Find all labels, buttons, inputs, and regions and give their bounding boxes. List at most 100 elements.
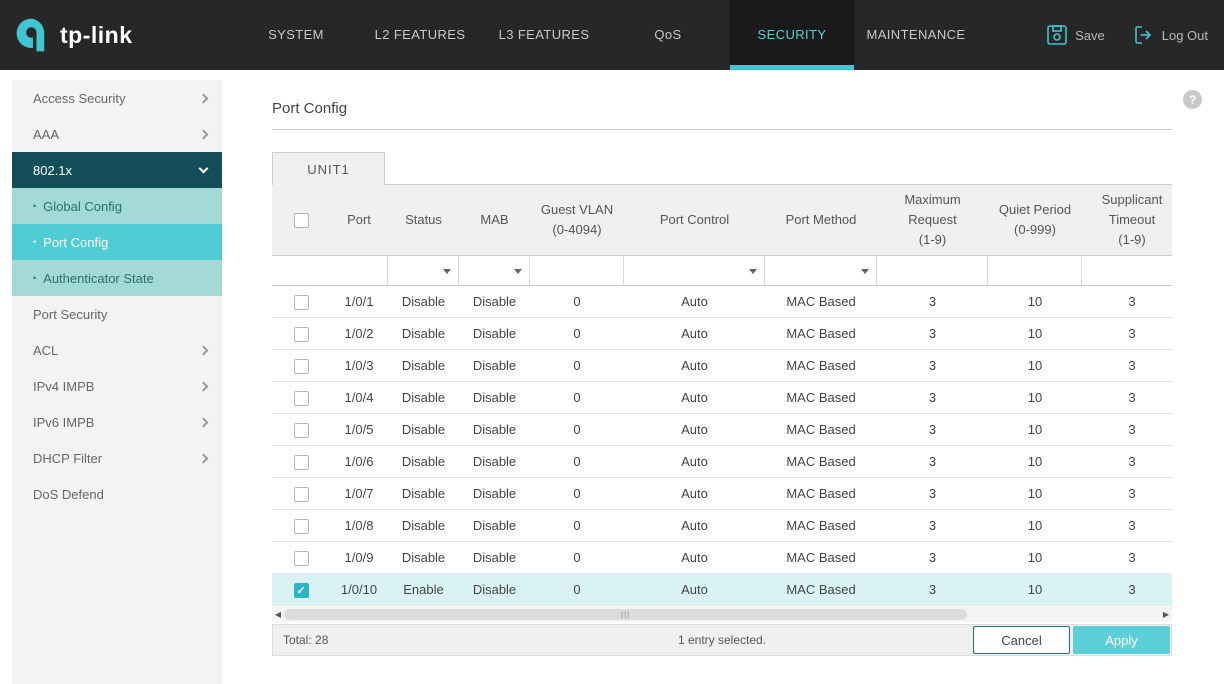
- cell-guest-vlan: 0: [573, 486, 581, 501]
- filter-cell[interactable]: [1082, 256, 1172, 285]
- table-row[interactable]: 1/0/3 Disable Disable 0 Auto MAC Based 3…: [272, 350, 1172, 382]
- scroll-thumb[interactable]: |||: [284, 609, 968, 620]
- cell-port-control: Auto: [681, 294, 708, 309]
- cell-port-method: MAC Based: [786, 422, 856, 437]
- logout-action[interactable]: Log Out: [1133, 24, 1208, 46]
- cell-max-request: 3: [928, 550, 937, 565]
- help-icon[interactable]: ?: [1183, 90, 1202, 109]
- sidebar-item[interactable]: IPv4 IMPB: [12, 368, 222, 404]
- cell-status: Disable: [401, 294, 446, 309]
- cell-max-request: 3: [928, 582, 937, 597]
- sidebar-item[interactable]: Authenticator State: [12, 260, 222, 296]
- row-checkbox[interactable]: [293, 422, 309, 438]
- cell-supplicant-timeout: 3: [1128, 550, 1136, 565]
- cell-mab: Disable: [472, 358, 517, 373]
- cell-port: 1/0/8: [344, 518, 374, 533]
- row-checkbox[interactable]: [293, 550, 309, 566]
- sidebar-item-label: Authenticator State: [43, 270, 154, 286]
- save-action[interactable]: Save: [1046, 24, 1105, 46]
- sidebar-item[interactable]: IPv6 IMPB: [12, 404, 222, 440]
- selection-info: 1 entry selected.: [677, 633, 767, 647]
- row-checkbox-cell: [272, 517, 330, 534]
- nav-item[interactable]: L2 FEATURES: [358, 0, 482, 70]
- sidebar: Access Security AAA 802.1x Global Config…: [12, 80, 222, 684]
- cell-guest-vlan: 0: [573, 422, 581, 437]
- sidebar-item[interactable]: Port Config: [12, 224, 222, 260]
- row-checkbox-cell: [272, 549, 330, 566]
- table-row[interactable]: 1/0/2 Disable Disable 0 Auto MAC Based 3…: [272, 318, 1172, 350]
- row-checkbox[interactable]: [293, 454, 309, 470]
- filter-cell[interactable]: [388, 256, 459, 285]
- nav-item[interactable]: SYSTEM: [234, 0, 358, 70]
- title-divider: [272, 129, 1172, 130]
- cell-supplicant-timeout: 3: [1128, 486, 1136, 501]
- table-row[interactable]: 1/0/9 Disable Disable 0 Auto MAC Based 3…: [272, 542, 1172, 574]
- scroll-track[interactable]: |||: [284, 609, 1160, 620]
- table-row[interactable]: 1/0/10 Enable Disable 0 Auto MAC Based 3…: [272, 574, 1172, 606]
- cell-guest-vlan: 0: [573, 358, 581, 373]
- row-checkbox[interactable]: [293, 294, 309, 310]
- sidebar-item[interactable]: 802.1x: [12, 152, 222, 188]
- cell-port-control: Auto: [681, 454, 708, 469]
- cell-max-request: 3: [928, 518, 937, 533]
- column-header: MAB: [480, 211, 509, 227]
- cell-guest-vlan: 0: [573, 294, 581, 309]
- cell-quiet-period: 10: [1027, 358, 1043, 373]
- nav-item[interactable]: MAINTENANCE: [854, 0, 978, 70]
- sidebar-item[interactable]: ACL: [12, 332, 222, 368]
- row-checkbox[interactable]: [293, 390, 309, 406]
- sidebar-item[interactable]: Global Config: [12, 188, 222, 224]
- cell-port-method: MAC Based: [786, 550, 856, 565]
- column-header: Quiet Period (0-999): [998, 201, 1072, 237]
- apply-button[interactable]: Apply: [1073, 626, 1170, 654]
- row-checkbox[interactable]: [293, 486, 309, 502]
- nav-item[interactable]: SECURITY: [730, 0, 854, 70]
- cell-status: Disable: [401, 390, 446, 405]
- filter-cell[interactable]: [272, 256, 388, 285]
- row-checkbox[interactable]: [293, 326, 309, 342]
- header-checkbox-cell: [272, 185, 330, 255]
- main-content: Port Config UNIT1 Port Status MAB Guest VLA…: [272, 70, 1172, 656]
- cell-port-method: MAC Based: [786, 582, 856, 597]
- cell-port: 1/0/9: [344, 550, 374, 565]
- filter-cell[interactable]: [877, 256, 988, 285]
- top-actions: Save Log Out: [1046, 0, 1208, 70]
- row-checkbox-cell: [272, 325, 330, 342]
- table-row[interactable]: 1/0/4 Disable Disable 0 Auto MAC Based 3…: [272, 382, 1172, 414]
- horizontal-scrollbar[interactable]: ◀ ||| ▶: [272, 607, 1172, 622]
- sidebar-item[interactable]: DoS Defend: [12, 476, 222, 512]
- sidebar-item[interactable]: Access Security: [12, 80, 222, 116]
- filter-cell[interactable]: [988, 256, 1082, 285]
- scroll-right-arrow[interactable]: ▶: [1160, 607, 1172, 622]
- table-row[interactable]: 1/0/5 Disable Disable 0 Auto MAC Based 3…: [272, 414, 1172, 446]
- cell-quiet-period: 10: [1027, 422, 1043, 437]
- cell-max-request: 3: [928, 358, 937, 373]
- scroll-left-arrow[interactable]: ◀: [272, 607, 284, 622]
- row-checkbox[interactable]: [293, 358, 309, 374]
- table-header-row: Port Status MAB Guest VLAN (0-4094) Port Con…: [272, 184, 1172, 256]
- column-header: Port: [347, 211, 371, 227]
- sidebar-item[interactable]: DHCP Filter: [12, 440, 222, 476]
- cancel-button[interactable]: Cancel: [973, 626, 1070, 654]
- table-row[interactable]: 1/0/8 Disable Disable 0 Auto MAC Based 3…: [272, 510, 1172, 542]
- row-checkbox-cell: [272, 581, 330, 598]
- select-all-checkbox[interactable]: [293, 212, 309, 228]
- sidebar-item[interactable]: AAA: [12, 116, 222, 152]
- sidebar-item[interactable]: Port Security: [12, 296, 222, 332]
- row-checkbox[interactable]: [293, 518, 309, 534]
- row-checkbox[interactable]: [293, 582, 309, 598]
- table-row[interactable]: 1/0/7 Disable Disable 0 Auto MAC Based 3…: [272, 478, 1172, 510]
- filter-cell[interactable]: [459, 256, 530, 285]
- tab-unit1[interactable]: UNIT1: [272, 152, 385, 185]
- nav-item[interactable]: L3 FEATURES: [482, 0, 606, 70]
- cell-port-control: Auto: [681, 326, 708, 341]
- table-row[interactable]: 1/0/1 Disable Disable 0 Auto MAC Based 3…: [272, 286, 1172, 318]
- row-checkbox-cell: [272, 453, 330, 470]
- filter-cell[interactable]: [765, 256, 877, 285]
- chevron-icon: [198, 93, 209, 103]
- cell-port: 1/0/6: [344, 454, 374, 469]
- nav-item[interactable]: QoS: [606, 0, 730, 70]
- filter-cell[interactable]: [624, 256, 765, 285]
- filter-cell[interactable]: [530, 256, 624, 285]
- table-row[interactable]: 1/0/6 Disable Disable 0 Auto MAC Based 3…: [272, 446, 1172, 478]
